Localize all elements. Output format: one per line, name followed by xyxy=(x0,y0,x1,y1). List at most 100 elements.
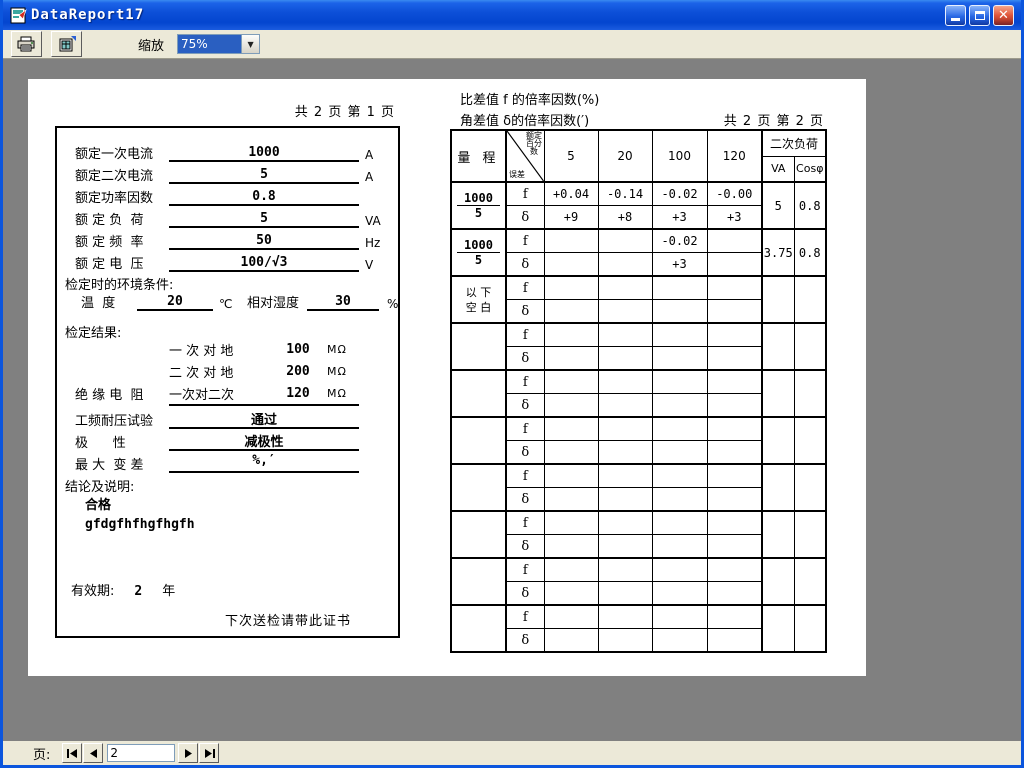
maximize-button[interactable] xyxy=(969,5,990,26)
range-numerator: 1000 xyxy=(457,238,500,253)
print-button[interactable] xyxy=(11,31,42,57)
zoom-dropdown-button[interactable]: ▼ xyxy=(241,35,259,53)
rated-field-row: 额 定 频 率50Hz xyxy=(57,228,398,250)
humidity-value: 30 xyxy=(335,294,351,309)
validity-value: 2 xyxy=(134,584,142,599)
corner-cell: 额定百分数误差 xyxy=(506,130,544,182)
insulation-unit: MΩ xyxy=(327,365,359,378)
range-cell xyxy=(451,511,506,558)
insulation-value: 100 xyxy=(269,342,327,357)
humidity-label: 相对湿度 xyxy=(243,292,307,311)
f-value xyxy=(598,417,652,441)
f-label: f xyxy=(506,417,544,441)
burden-cos xyxy=(794,417,826,464)
field-underline: 5 xyxy=(169,211,359,228)
range-cell: 10005 xyxy=(451,182,506,229)
report-paper: 共 2 页 第 1 页 额定一次电流1000A额定二次电流5A额定功率因数0.8… xyxy=(28,79,866,676)
f-value xyxy=(652,511,707,535)
humidity-underline: 30 xyxy=(307,294,379,311)
delta-value xyxy=(544,488,598,512)
group-f-row: f xyxy=(451,464,826,488)
page1-box: 额定一次电流1000A额定二次电流5A额定功率因数0.8额 定 负 荷5VA额 … xyxy=(55,126,400,638)
range-cell xyxy=(451,605,506,652)
range-text: 以 下 xyxy=(452,285,505,300)
delta-value xyxy=(652,394,707,418)
group-f-row: f xyxy=(451,417,826,441)
delta-value xyxy=(598,347,652,371)
delta-value xyxy=(598,441,652,465)
delta-value xyxy=(598,300,652,324)
range-header: 量 程 xyxy=(451,130,506,182)
close-button[interactable]: ✕ xyxy=(993,5,1014,26)
validity-unit: 年 xyxy=(162,580,175,599)
export-button[interactable] xyxy=(51,31,82,57)
table-head: 量 程额定百分数误差520100120二次负荷VACosφ xyxy=(451,130,826,182)
burden-cos xyxy=(794,605,826,652)
f-value xyxy=(544,558,598,582)
delta-value xyxy=(598,488,652,512)
f-label: f xyxy=(506,276,544,300)
delta-value: +8 xyxy=(598,206,652,230)
corner-bottom-label: 误差 xyxy=(509,169,525,180)
f-value xyxy=(652,417,707,441)
insulation-label: 绝 缘 电 阻 xyxy=(75,384,144,403)
field-underline: 0.8 xyxy=(169,189,359,206)
range-cell xyxy=(451,464,506,511)
field-label: 额定功率因数 xyxy=(75,187,169,206)
last-page-button[interactable] xyxy=(199,743,219,763)
page1-indicator: 共 2 页 第 1 页 xyxy=(295,101,395,120)
f-value xyxy=(598,464,652,488)
result-section-title: 检定结果: xyxy=(65,322,121,341)
rated-field-row: 额定二次电流5A xyxy=(57,162,398,184)
first-page-button[interactable] xyxy=(62,743,82,763)
f-label: f xyxy=(506,182,544,206)
burden-cos xyxy=(794,464,826,511)
minimize-button[interactable] xyxy=(945,5,966,26)
f-value xyxy=(707,323,762,347)
chevron-down-icon: ▼ xyxy=(247,40,253,49)
burden-va xyxy=(762,511,794,558)
f-value xyxy=(652,464,707,488)
f-value xyxy=(544,276,598,300)
field-label: 额 定 负 荷 xyxy=(75,209,169,228)
next-page-button[interactable] xyxy=(178,743,198,763)
field-value: 100/√3 xyxy=(241,255,288,270)
range-denominator: 5 xyxy=(452,206,505,220)
delta-value xyxy=(598,629,652,653)
percent-header: 20 xyxy=(598,130,652,182)
field-unit: A xyxy=(359,148,395,162)
delta-value xyxy=(707,582,762,606)
page-label: 页: xyxy=(33,744,50,763)
rated-fields: 额定一次电流1000A额定二次电流5A额定功率因数0.8额 定 负 荷5VA额 … xyxy=(57,128,398,272)
f-value xyxy=(598,370,652,394)
f-value xyxy=(598,276,652,300)
page-number-input[interactable] xyxy=(107,744,175,762)
corner-top-label: 额定百分数 xyxy=(526,132,543,156)
conclusion-line: gfdgfhfhgfhgfh xyxy=(85,517,195,532)
delta-value xyxy=(598,582,652,606)
temperature-label: 温 度 xyxy=(81,292,137,311)
delta-value xyxy=(707,253,762,277)
delta-value xyxy=(544,394,598,418)
status-bar: 页: xyxy=(3,741,1021,765)
range-text: 空 白 xyxy=(452,300,505,315)
close-icon: ✕ xyxy=(998,9,1009,22)
field-underline: 1000 xyxy=(169,145,359,162)
delta-value xyxy=(598,253,652,277)
insulation-name: 一次对二次 xyxy=(169,384,269,403)
range-cell: 10005 xyxy=(451,229,506,276)
zoom-combobox[interactable]: 75% ▼ xyxy=(177,34,260,54)
field-unit: VA xyxy=(359,214,395,228)
delta-value xyxy=(544,300,598,324)
delta-label: δ xyxy=(506,347,544,371)
prev-page-button[interactable] xyxy=(83,743,103,763)
insulation-rows: 一 次 对 地100MΩ二 次 对 地200MΩ一次对二次120MΩ xyxy=(169,338,359,404)
rated-field-row: 额 定 电 压100/√3V xyxy=(57,250,398,272)
delta-value xyxy=(544,629,598,653)
temperature-unit: ℃ xyxy=(213,297,243,311)
range-cell xyxy=(451,558,506,605)
delta-value xyxy=(652,629,707,653)
field-unit: Hz xyxy=(359,236,395,250)
delta-value xyxy=(652,488,707,512)
delta-value xyxy=(707,394,762,418)
